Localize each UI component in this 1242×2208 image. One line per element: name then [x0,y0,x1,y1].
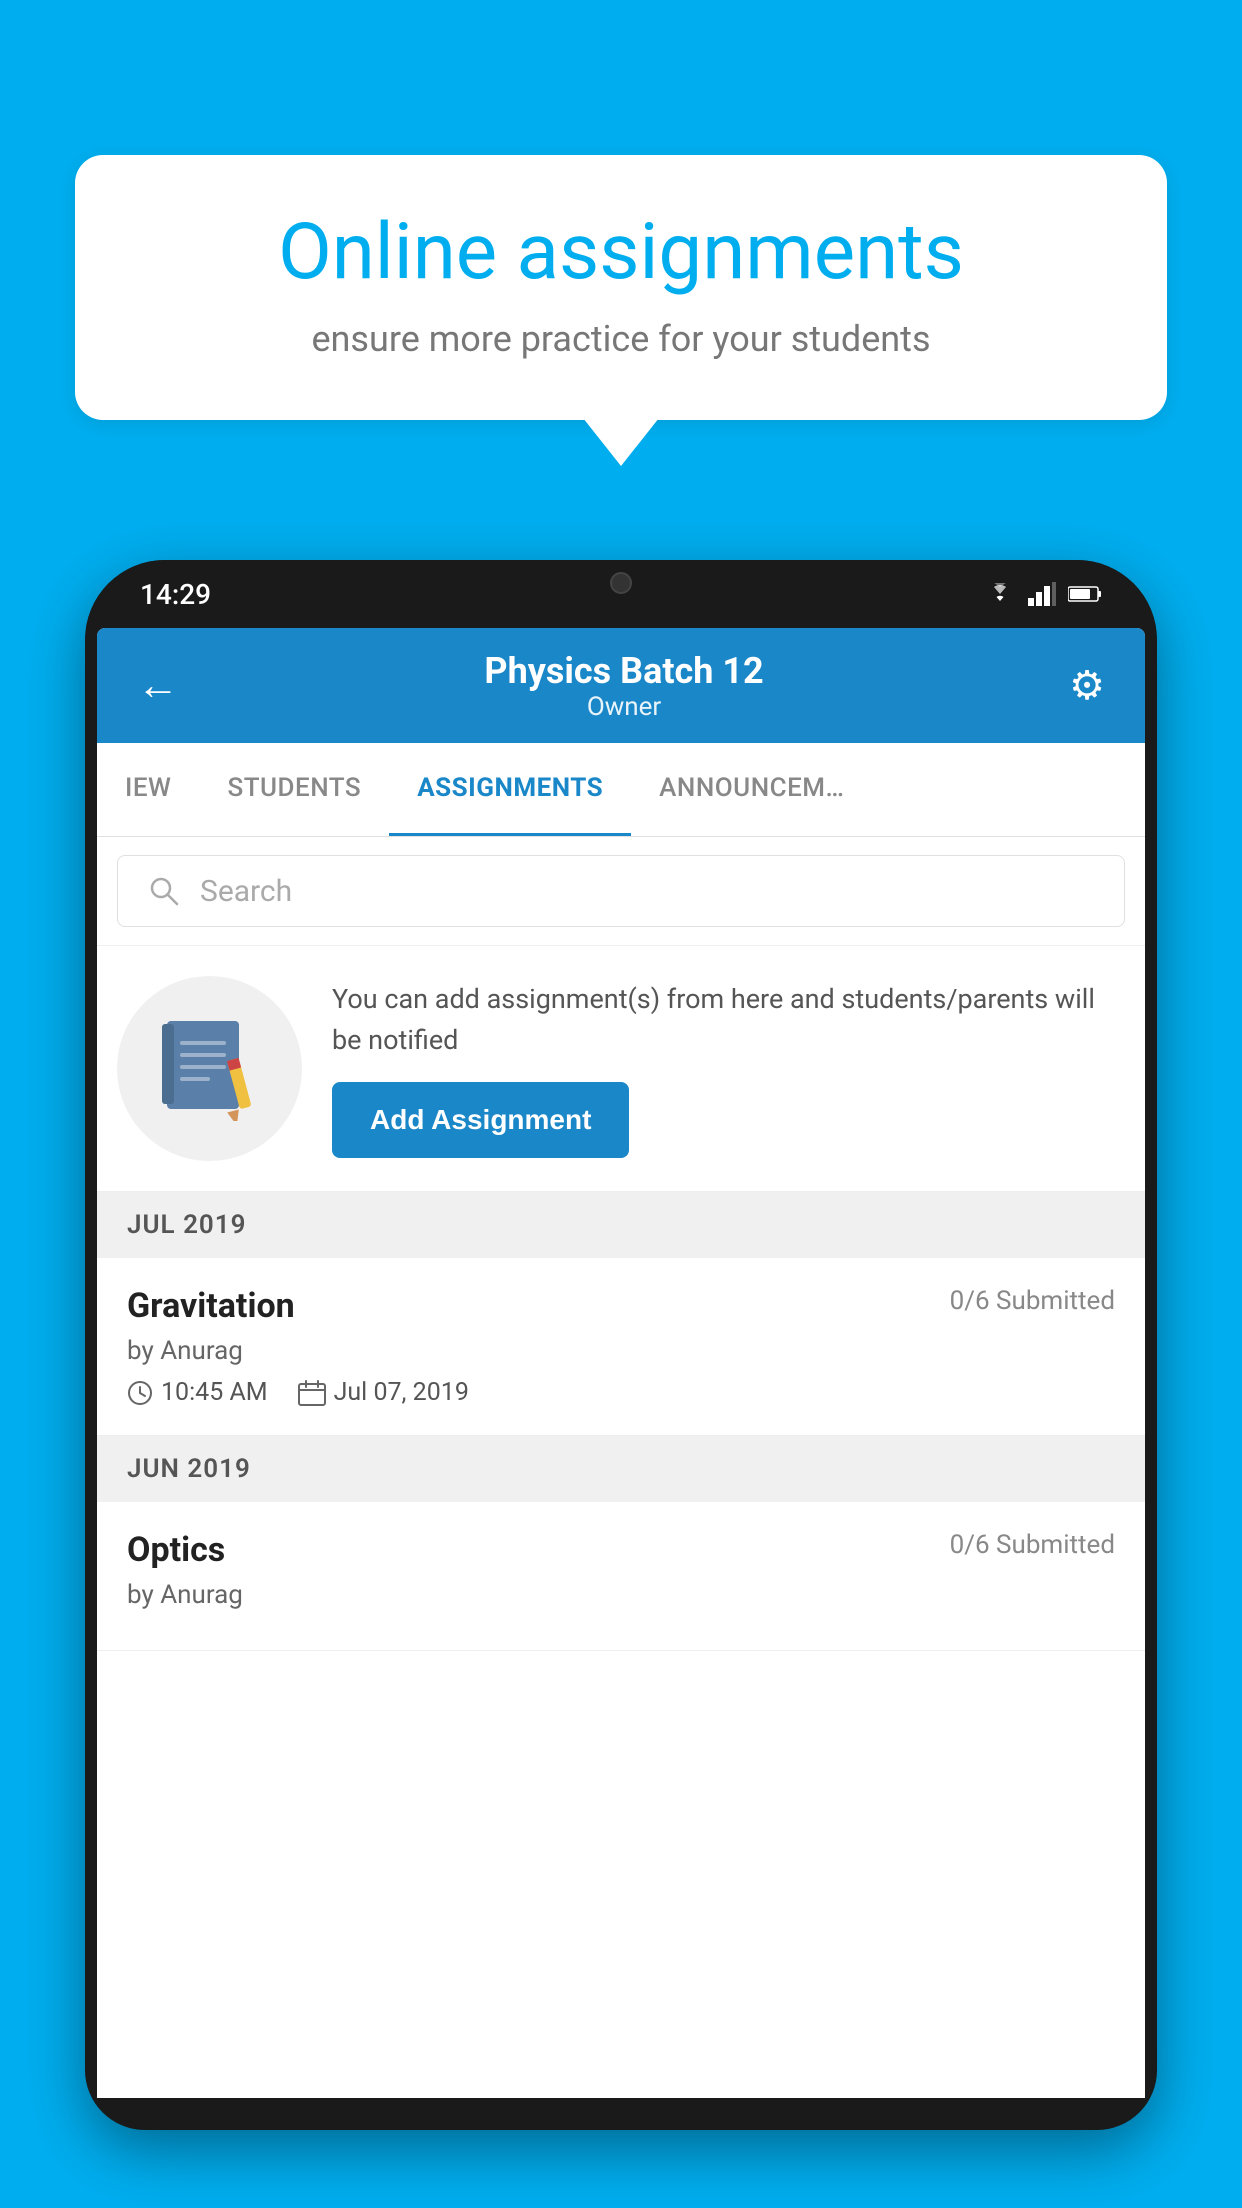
phone-frame: 14:29 [85,560,1157,2130]
back-button[interactable]: ← [137,661,179,710]
wifi-icon [984,583,1016,605]
meta-time: 10:45 AM [127,1378,268,1407]
assignment-submitted-gravitation: 0/6 Submitted [950,1286,1115,1316]
tab-iew[interactable]: IEW [97,743,199,836]
search-icon [148,875,180,907]
section-jun-2019: JUN 2019 [97,1436,1145,1502]
calendar-icon [298,1380,326,1406]
header-title: Physics Batch 12 [484,650,763,692]
header-subtitle: Owner [484,692,763,722]
assignment-submitted-optics: 0/6 Submitted [950,1530,1115,1560]
tab-students[interactable]: STUDENTS [199,743,389,836]
tab-announcements[interactable]: ANNOUNCEM… [631,743,872,836]
status-bar: 14:29 [85,560,1157,628]
speech-bubble: Online assignments ensure more practice … [75,155,1167,420]
status-time: 14:29 [140,578,211,611]
assignment-gravitation[interactable]: Gravitation 0/6 Submitted by Anurag 10:4… [97,1258,1145,1436]
bubble-subtitle: ensure more practice for your students [140,318,1102,360]
assignment-optics[interactable]: Optics 0/6 Submitted by Anurag [97,1502,1145,1651]
signal-icon [1028,582,1056,606]
clock-icon [127,1380,153,1406]
assignment-description: You can add assignment(s) from here and … [332,979,1115,1060]
assignment-icon-circle [117,976,302,1161]
meta-date: Jul 07, 2019 [298,1378,469,1407]
assignment-by-optics: by Anurag [127,1580,1115,1610]
phone-wrapper: 14:29 [85,560,1157,2208]
notebook-icon [162,1016,257,1121]
assignment-name-gravitation: Gravitation [127,1286,295,1326]
assignment-by-gravitation: by Anurag [127,1336,1115,1366]
assignment-item-top: Gravitation 0/6 Submitted [127,1286,1115,1326]
add-assignment-button[interactable]: Add Assignment [332,1082,629,1158]
search-container: Search [97,837,1145,946]
speech-bubble-arrow [583,418,659,466]
phone-notch [531,560,711,605]
assignment-name-optics: Optics [127,1530,225,1570]
section-jul-label: JUL 2019 [127,1210,247,1240]
app-header: ← Physics Batch 12 Owner ⚙ [97,628,1145,743]
section-jul-2019: JUL 2019 [97,1192,1145,1258]
phone-screen: ← Physics Batch 12 Owner ⚙ IEW STUDENTS … [97,628,1145,2098]
assignment-time-gravitation: 10:45 AM [161,1378,268,1407]
speech-bubble-wrapper: Online assignments ensure more practice … [75,155,1167,466]
search-input[interactable]: Search [117,855,1125,927]
camera [610,572,632,594]
tabs-container: IEW STUDENTS ASSIGNMENTS ANNOUNCEM… [97,743,1145,837]
battery-icon [1068,585,1102,603]
settings-icon[interactable]: ⚙ [1069,662,1105,709]
section-jun-label: JUN 2019 [127,1454,251,1484]
status-icons [984,582,1102,606]
assignment-info: You can add assignment(s) from here and … [332,979,1115,1158]
add-assignment-section: You can add assignment(s) from here and … [97,946,1145,1192]
assignment-optics-top: Optics 0/6 Submitted [127,1530,1115,1570]
header-center: Physics Batch 12 Owner [484,650,763,722]
bubble-title: Online assignments [140,210,1102,296]
search-placeholder: Search [200,874,292,909]
assignment-meta-gravitation: 10:45 AM Jul 07, 2019 [127,1378,1115,1407]
assignment-date-gravitation: Jul 07, 2019 [334,1378,469,1407]
tab-assignments[interactable]: ASSIGNMENTS [389,743,631,836]
